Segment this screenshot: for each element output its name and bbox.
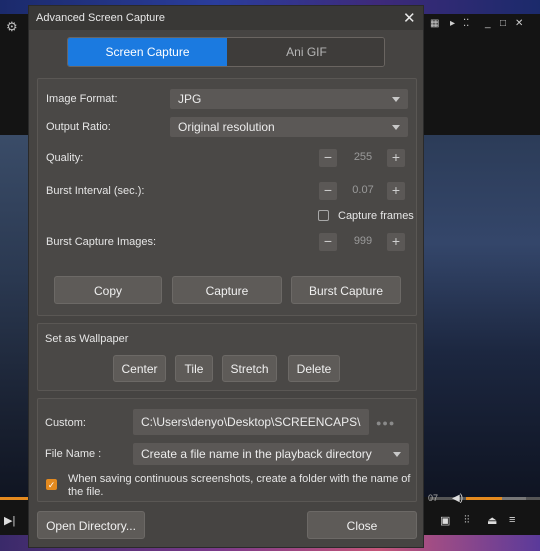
custom-path-field[interactable]: C:\Users\denyo\Desktop\SCREENCAPS\ [133,409,369,435]
wallpaper-tile-button[interactable]: Tile [175,355,213,382]
seek-bar-progress[interactable] [0,497,28,500]
dots-icon[interactable]: ⁚⁚ [463,18,469,29]
eject-icon[interactable]: ⏏ [487,514,497,527]
output-panel: Custom: C:\Users\denyo\Desktop\SCREENCAP… [37,398,417,502]
file-name-label: File Name : [45,448,102,460]
copy-button[interactable]: Copy [54,276,162,304]
file-name-value: Create a file name in the playback direc… [141,447,372,461]
advanced-screen-capture-dialog: Advanced Screen Capture ✕ Screen Capture… [28,5,424,548]
playlist-icon[interactable]: ▦ [430,18,439,29]
wallpaper-heading: Set as Wallpaper [45,333,129,345]
player-video-right [424,135,540,497]
capture-settings-panel: Image Format: JPG Output Ratio: Original… [37,78,417,316]
output-ratio-value: Original resolution [178,120,275,134]
quality-plus-button[interactable]: + [387,149,405,167]
burst-capture-button[interactable]: Burst Capture [291,276,401,304]
mode-tabs: Screen Capture Ani GIF [67,37,385,67]
quality-stepper: − 255 + [319,147,407,169]
output-ratio-select[interactable]: Original resolution [170,117,408,137]
burst-images-minus-button[interactable]: − [319,233,337,251]
volume-icon[interactable]: ◀) [452,493,463,504]
dialog-title: Advanced Screen Capture [36,12,166,24]
custom-label: Custom: [45,417,86,429]
burst-images-value[interactable]: 999 [341,235,385,247]
tab-screen-capture[interactable]: Screen Capture [68,38,227,66]
burst-images-label: Burst Capture Images: [46,236,157,248]
close-icon[interactable]: ✕ [403,9,416,27]
quality-label: Quality: [46,152,84,164]
chevron-down-icon [393,452,401,457]
tab-ani-gif[interactable]: Ani GIF [227,38,384,66]
quality-minus-button[interactable]: − [319,149,337,167]
volume-level[interactable] [466,497,502,500]
burst-images-stepper: − 999 + [319,231,407,253]
wallpaper-panel: Set as Wallpaper Center Tile Stretch Del… [37,323,417,391]
folder-option-checkbox[interactable]: ✓ [46,479,57,490]
subtitle-icon[interactable]: ▣ [440,514,450,527]
menu-icon[interactable]: ≡ [509,514,515,526]
output-ratio-label: Output Ratio: [46,121,111,133]
capture-frames-label[interactable]: Capture frames [338,210,414,222]
settings-gear-icon[interactable]: ⚙ [6,19,18,35]
burst-images-plus-button[interactable]: + [387,233,405,251]
play-small-icon[interactable]: ▸ [450,18,455,29]
burst-interval-minus-button[interactable]: − [319,182,337,200]
wallpaper-delete-button[interactable]: Delete [288,355,340,382]
burst-interval-label: Burst Interval (sec.): [46,185,145,197]
minimize-icon[interactable]: _ [485,18,491,29]
image-format-select[interactable]: JPG [170,89,408,109]
close-button[interactable]: Close [307,511,417,539]
next-icon[interactable]: ▶| [4,514,15,527]
capture-button[interactable]: Capture [172,276,282,304]
burst-interval-stepper: − 0.07 + [319,180,407,202]
chevron-down-icon [392,125,400,130]
time-readout: 07 [428,493,439,503]
file-name-select[interactable]: Create a file name in the playback direc… [133,443,409,465]
image-format-label: Image Format: [46,93,118,105]
image-format-value: JPG [178,92,202,106]
restore-icon[interactable]: □ [500,18,506,29]
player-video-left [0,135,28,497]
chevron-down-icon [392,97,400,102]
capture-frames-checkbox[interactable] [318,210,329,221]
burst-interval-plus-button[interactable]: + [387,182,405,200]
burst-interval-value[interactable]: 0.07 [341,184,385,196]
browse-more-icon[interactable]: ●●● [376,418,395,428]
equalizer-icon[interactable]: ⫶⫶ [464,514,470,527]
wallpaper-center-button[interactable]: Center [113,355,166,382]
open-directory-button[interactable]: Open Directory... [37,511,145,539]
window-close-icon[interactable]: ✕ [515,18,523,29]
dialog-titlebar[interactable]: Advanced Screen Capture ✕ [29,6,423,30]
wallpaper-stretch-button[interactable]: Stretch [222,355,277,382]
quality-value[interactable]: 255 [341,151,385,163]
folder-option-text[interactable]: When saving continuous screenshots, crea… [68,473,412,499]
